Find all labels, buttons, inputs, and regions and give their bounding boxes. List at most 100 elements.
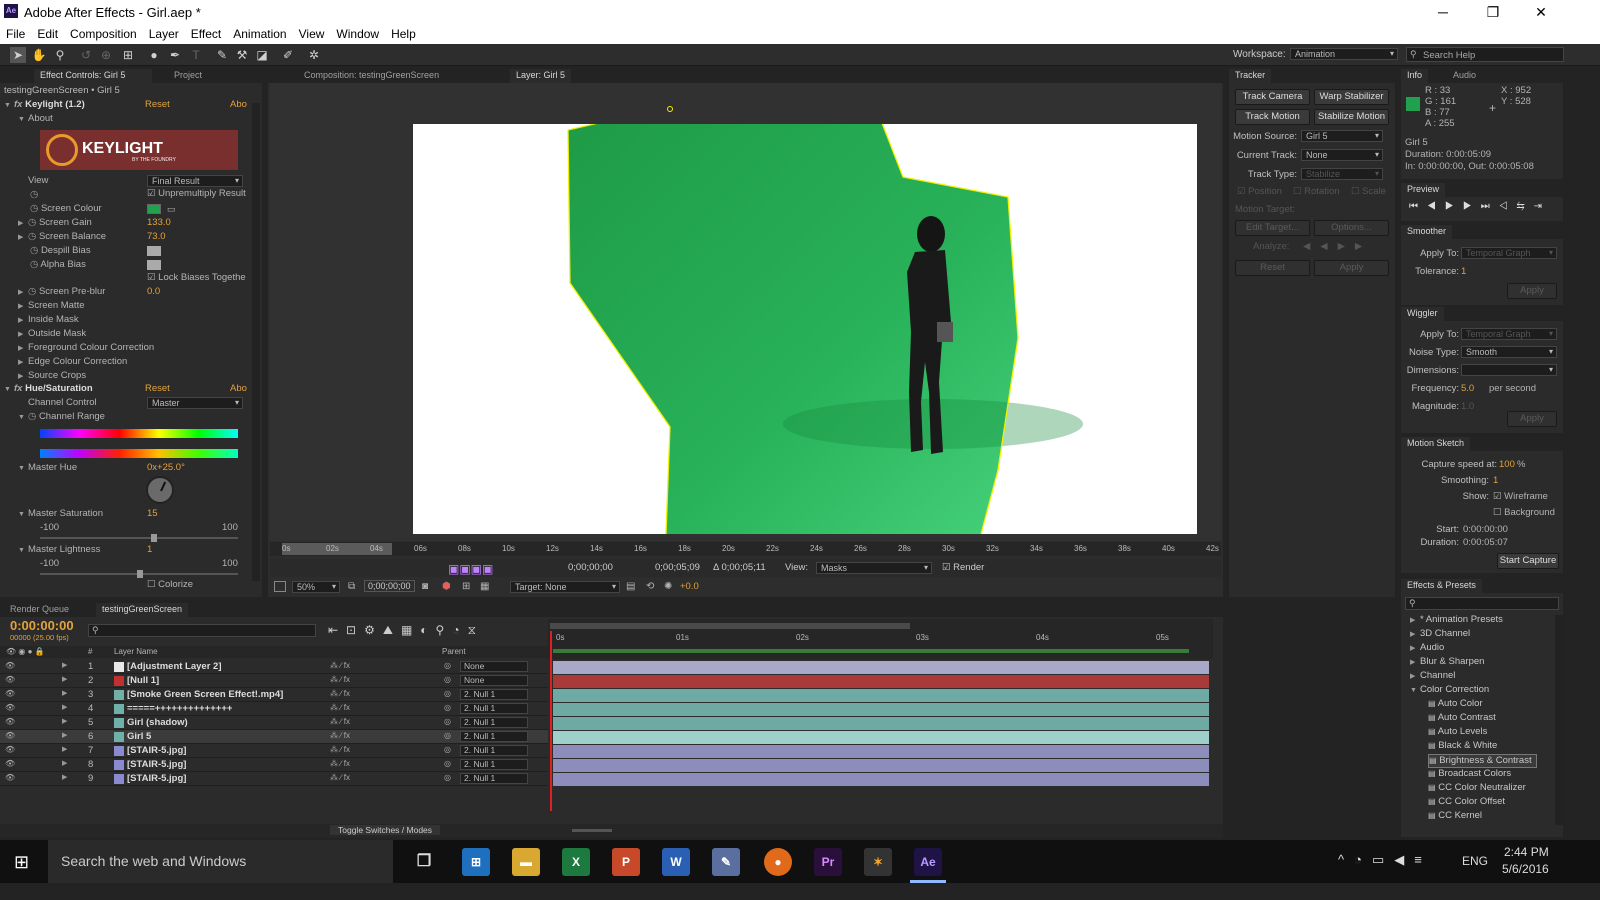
clock-date[interactable]: 5/6/2016 <box>1502 862 1549 876</box>
layer-name[interactable]: Girl 5 <box>127 731 151 742</box>
preset-blur-sharpen[interactable]: ▶ Blur & Sharpen <box>1410 656 1484 670</box>
parent-dropdown[interactable]: 2. Null 1 <box>460 773 528 784</box>
menu-composition[interactable]: Composition <box>64 24 143 41</box>
zoom-dropdown[interactable]: 50% <box>292 581 340 593</box>
capture-speed-value[interactable]: 100 <box>1499 459 1515 470</box>
layer-time-ruler[interactable]: 0s 02s 04s 06s 08s 10s 12s 14s 16s 18s 20s 22s 24s 26… <box>270 542 1221 556</box>
stopwatch-icon[interactable]: ◷ <box>30 189 38 203</box>
screen-preblur-value[interactable]: 0.0 <box>147 286 160 300</box>
selection-tool-icon[interactable]: ➤ <box>10 47 26 63</box>
menu-view[interactable]: View <box>293 24 331 41</box>
rotate-tool-icon[interactable]: ↺ <box>78 47 94 63</box>
pen-tool-icon[interactable]: ✒ <box>167 47 183 63</box>
target-dropdown[interactable]: Target: None <box>510 581 620 593</box>
tab-timeline-comp[interactable]: testingGreenScreen <box>96 603 189 617</box>
search-help-field[interactable]: ⚲ Search Help <box>1406 47 1564 62</box>
channel-range-row[interactable]: ▼ ◷ Channel Range <box>18 411 105 425</box>
despill-swatch[interactable] <box>147 246 161 256</box>
layer-row[interactable]: 👁 ▶ 6 Girl 5 ⁂ ∕ fx ◎ 2. Null 1 <box>0 730 548 744</box>
pickwhip-icon[interactable]: ◎ <box>444 675 451 684</box>
layer-name[interactable]: [Smoke Green Screen Effect!.mp4] <box>127 689 283 700</box>
group-screen-matte[interactable]: ▶ Screen Matte <box>18 300 85 314</box>
exposure-icon[interactable]: ✺ <box>664 581 672 592</box>
timeline-zoom-slider[interactable] <box>572 829 612 832</box>
timeline-search-input[interactable]: ⚲ <box>88 624 316 637</box>
master-hue-value[interactable]: 0x+25.0° <box>147 462 185 476</box>
view-dropdown[interactable]: Final Result <box>147 175 243 187</box>
firefox-icon[interactable]: ● <box>764 848 792 876</box>
effect-cc-color-neutralizer[interactable]: ▤ CC Color Neutralizer <box>1428 782 1526 796</box>
layer-row[interactable]: 👁 ▶ 8 [STAIR-5.jpg] ⁂ ∕ fx ◎ 2. Null 1 <box>0 758 548 772</box>
effect-auto-contrast[interactable]: ▤ Auto Contrast <box>1428 712 1496 726</box>
parent-dropdown[interactable]: None <box>460 661 528 672</box>
options-button[interactable]: Options... <box>1314 220 1389 236</box>
layer-switches[interactable]: ⁂ ∕ fx <box>330 745 350 754</box>
expand-twirl-icon[interactable]: ▶ <box>62 717 67 725</box>
tab-motion-sketch[interactable]: Motion Sketch <box>1401 437 1471 451</box>
layer-duration-bar[interactable] <box>553 759 1209 772</box>
hand-tool-icon[interactable]: ✋ <box>31 47 47 63</box>
layer-row[interactable]: 👁 ▶ 7 [STAIR-5.jpg] ⁂ ∕ fx ◎ 2. Null 1 <box>0 744 548 758</box>
layer-label-color[interactable] <box>114 718 124 728</box>
mask-vertex-handle[interactable] <box>667 106 673 112</box>
parent-dropdown[interactable]: 2. Null 1 <box>460 731 528 742</box>
layer-label-color[interactable] <box>114 760 124 770</box>
dimensions-dropdown[interactable] <box>1461 364 1557 376</box>
parent-dropdown[interactable]: 2. Null 1 <box>460 759 528 770</box>
exposure-value[interactable]: +0.0 <box>680 581 699 592</box>
current-track-dropdown[interactable]: None <box>1301 149 1383 161</box>
type-tool-icon[interactable]: T <box>188 47 204 63</box>
track-type-dropdown[interactable]: Stabilize <box>1301 168 1383 180</box>
clock-time[interactable]: 2:44 PM <box>1504 845 1549 859</box>
lightness-slider[interactable] <box>40 570 238 578</box>
layer-name[interactable]: [STAIR-5.jpg] <box>127 773 186 784</box>
layer-switches[interactable]: ⁂ ∕ fx <box>330 759 350 768</box>
tab-effects-presets[interactable]: Effects & Presets <box>1401 579 1482 593</box>
layer-label-color[interactable] <box>114 774 124 784</box>
screen-balance-value[interactable]: 73.0 <box>147 231 166 245</box>
saturation-slider[interactable] <box>40 534 238 542</box>
saturation-slider-thumb[interactable] <box>150 534 157 542</box>
layer-switches[interactable]: ⁂ ∕ fx <box>330 731 350 740</box>
channel-control-dropdown[interactable]: Master <box>147 397 243 409</box>
layer-duration-bar[interactable] <box>553 689 1209 702</box>
transparency-grid-icon[interactable]: ▦ <box>480 581 489 592</box>
hue-about[interactable]: Abo <box>230 383 247 397</box>
tracker-apply-button[interactable]: Apply <box>1314 260 1389 276</box>
view-masks-dropdown[interactable]: Masks <box>816 562 932 574</box>
pickwhip-icon[interactable]: ◎ <box>444 731 451 740</box>
start-capture-button[interactable]: Start Capture <box>1497 553 1559 569</box>
visibility-eye-icon[interactable]: 👁 <box>5 773 15 782</box>
wiggler-apply-button[interactable]: Apply <box>1507 411 1557 427</box>
motion-source-dropdown[interactable]: Girl 5 <box>1301 130 1383 142</box>
show-channel-icon[interactable]: ⬢ <box>442 581 451 592</box>
viewer-area[interactable]: ⌖ <box>270 83 1221 541</box>
layer-row[interactable]: 👁 ▶ 9 [STAIR-5.jpg] ⁂ ∕ fx ◎ 2. Null 1 <box>0 772 548 786</box>
layer-name[interactable]: =====++++++++++++++ <box>127 703 232 714</box>
layer-switches[interactable]: ⁂ ∕ fx <box>330 773 350 782</box>
expand-twirl-icon[interactable]: ▶ <box>62 773 67 781</box>
warp-stabilizer-button[interactable]: Warp Stabilizer <box>1314 89 1389 105</box>
layer-name[interactable]: [Null 1] <box>127 675 159 686</box>
master-lightness-value[interactable]: 1 <box>147 544 152 558</box>
expand-twirl-icon[interactable]: ▶ <box>62 661 67 669</box>
visibility-eye-icon[interactable]: 👁 <box>5 661 15 670</box>
brush-tool-icon[interactable]: ✎ <box>214 47 230 63</box>
word-icon[interactable]: W <box>662 848 690 876</box>
visibility-eye-icon[interactable]: 👁 <box>5 759 15 768</box>
timeline-ruler[interactable]: 0s 01s 02s 03s 04s 05s <box>548 619 1213 659</box>
tab-tracker[interactable]: Tracker <box>1229 69 1272 83</box>
app-icon-2[interactable]: ✶ <box>864 848 892 876</box>
effect-auto-color[interactable]: ▤ Auto Color <box>1428 698 1483 712</box>
alpha-swatch[interactable] <box>147 260 161 270</box>
tab-audio[interactable]: Audio <box>1447 69 1482 83</box>
timeline-switch-icons[interactable]: ⇤⊡⚙⛰▦◐⚲◔⧖ <box>328 623 484 638</box>
pickwhip-icon[interactable]: ◎ <box>444 703 451 712</box>
group-outside-mask[interactable]: ▶ Outside Mask <box>18 328 86 342</box>
visibility-eye-icon[interactable]: 👁 <box>5 731 15 740</box>
channel-range-bar-top[interactable] <box>40 429 238 438</box>
close-button[interactable]: ✕ <box>1518 2 1564 22</box>
task-view-icon[interactable]: ❐ <box>410 848 438 876</box>
menu-help[interactable]: Help <box>385 24 422 41</box>
unpremultiply-checkbox[interactable]: ☑ Unpremultiply Result <box>147 188 246 202</box>
